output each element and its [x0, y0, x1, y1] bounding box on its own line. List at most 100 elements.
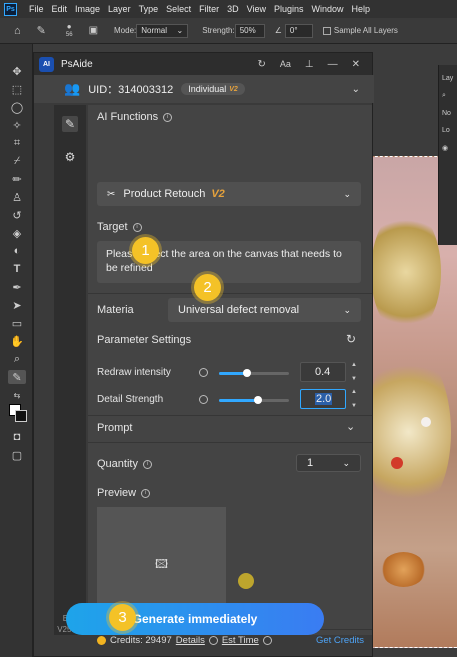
menu-file[interactable]: File — [29, 4, 44, 14]
chevron-down-icon: ⌄ — [176, 26, 184, 35]
gradient-tool-icon[interactable]: ◐ — [8, 244, 26, 258]
divider — [88, 293, 372, 294]
detail-strength-slider[interactable] — [219, 396, 289, 404]
panel-title: PsAide — [61, 58, 93, 70]
redraw-intensity-stepper[interactable]: ▲ ▼ — [348, 362, 360, 382]
move-tool-icon[interactable]: ✥ — [8, 64, 26, 78]
quantity-value: 1 — [307, 457, 314, 469]
layers-tab[interactable]: Lay — [439, 65, 457, 82]
zoom-tool-icon[interactable]: ⌕ — [8, 352, 26, 366]
marquee-tool-icon[interactable]: ⬚ — [8, 82, 26, 96]
menu-image[interactable]: Image — [75, 4, 100, 14]
get-credits-link[interactable]: Get Credits — [316, 635, 364, 646]
menu-select[interactable]: Select — [166, 4, 191, 14]
redraw-intensity-slider[interactable] — [219, 369, 289, 377]
brush-tool-icon[interactable]: ✏ — [8, 172, 26, 186]
ornament-shape — [391, 457, 403, 469]
users-icon: 👥 — [64, 81, 81, 96]
step-marker-1: 1 — [132, 237, 159, 264]
edit-icon[interactable]: ✎ — [62, 116, 78, 132]
menu-edit[interactable]: Edit — [52, 4, 68, 14]
details-link[interactable]: Details — [176, 635, 205, 646]
redraw-intensity-input[interactable]: 0.4 — [300, 362, 346, 382]
menu-layer[interactable]: Layer — [108, 4, 131, 14]
spot-heal-tool-icon[interactable]: ✎ — [37, 24, 46, 37]
preview-label: Preview i — [97, 487, 151, 499]
close-icon[interactable]: ✕ — [352, 59, 360, 70]
lasso-tool-icon[interactable]: ◯ — [8, 100, 26, 114]
reset-icon[interactable]: ↻ — [346, 332, 356, 346]
info-icon[interactable] — [199, 395, 208, 404]
chevron-up-icon[interactable]: ▲ — [351, 362, 357, 368]
path-select-tool-icon[interactable]: ➤ — [8, 298, 26, 312]
chevron-down-icon[interactable]: ▼ — [351, 376, 357, 382]
eyedropper-tool-icon[interactable]: ⌿ — [8, 154, 26, 168]
prompt-label[interactable]: Prompt — [97, 422, 132, 434]
photoshop-logo: Ps — [4, 2, 17, 16]
slider-knob[interactable] — [253, 396, 262, 404]
angle-input[interactable]: 0° — [284, 23, 313, 38]
strength-input[interactable]: 50% — [234, 23, 265, 38]
detail-strength-input[interactable]: 2.0 — [300, 389, 346, 409]
minimize-icon[interactable]: — — [328, 59, 338, 70]
refresh-icon[interactable]: ↻ — [257, 59, 265, 70]
plan-badge: Individual V2 — [181, 83, 245, 95]
info-icon[interactable] — [208, 636, 218, 645]
search-icon[interactable]: ⌕ — [439, 82, 457, 100]
angle-icon: ∠ — [274, 26, 282, 35]
rectangle-tool-icon[interactable]: ▭ — [8, 316, 26, 330]
font-size-icon[interactable]: Aa — [280, 59, 291, 70]
info-icon[interactable]: i — [141, 488, 151, 498]
pin-icon[interactable]: ⊥ — [305, 59, 314, 70]
menu-filter[interactable]: Filter — [199, 4, 219, 14]
material-select[interactable]: Universal defect removal ⌄ — [168, 298, 361, 322]
menu-help[interactable]: Help — [352, 4, 371, 14]
chevron-down-icon[interactable]: ▼ — [351, 403, 357, 409]
eye-icon[interactable]: ◉ — [439, 134, 457, 152]
type-tool-icon[interactable]: T — [8, 262, 26, 276]
detail-strength-stepper[interactable]: ▲ ▼ — [348, 389, 360, 409]
info-icon[interactable]: i — [142, 459, 152, 469]
menu-plugins[interactable]: Plugins — [274, 4, 304, 14]
quantity-select[interactable]: 1 ⌄ — [296, 454, 361, 472]
menu-3d[interactable]: 3D — [227, 4, 239, 14]
divider — [88, 415, 372, 416]
mode-select[interactable]: Normal ⌄ — [136, 23, 189, 38]
menu-type[interactable]: Type — [139, 4, 159, 14]
brush-preset-picker[interactable]: ● 56 — [66, 22, 73, 39]
info-icon[interactable]: i — [132, 222, 142, 232]
quick-mask-icon[interactable]: ◘ — [8, 430, 26, 444]
redraw-intensity-label: Redraw intensity — [97, 367, 171, 378]
generate-button[interactable]: Generate immediately — [66, 603, 324, 635]
clock-icon[interactable] — [262, 636, 272, 645]
swap-colors-icon[interactable]: ⇆ — [8, 388, 26, 402]
sample-all-layers-checkbox[interactable]: Sample All Layers — [322, 26, 398, 35]
history-brush-tool-icon[interactable]: ↺ — [8, 208, 26, 222]
ai-function-select[interactable]: ✂ Product Retouch V2 ⌄ — [97, 182, 361, 206]
slider-knob[interactable] — [243, 369, 251, 377]
blend-mode-label[interactable]: No — [439, 100, 457, 117]
eraser-tool-icon[interactable]: ◈ — [8, 226, 26, 240]
ornament-shape — [371, 207, 441, 337]
brush-settings-icon[interactable]: ▣ — [89, 25, 98, 36]
chevron-down-icon[interactable]: ⌄ — [352, 84, 360, 95]
background-color-swatch[interactable] — [15, 410, 27, 422]
spot-heal-tool-active-icon[interactable]: ✎ — [8, 370, 26, 384]
pen-tool-icon[interactable]: ✒ — [8, 280, 26, 294]
est-time-link[interactable]: Est Time — [222, 635, 259, 646]
quick-select-tool-icon[interactable]: ✧ — [8, 118, 26, 132]
chevron-down-icon[interactable]: ⌄ — [346, 420, 355, 433]
screen-mode-icon[interactable]: ▢ — [8, 448, 26, 462]
settings-gear-icon[interactable]: ⚙ — [62, 149, 78, 165]
menu-view[interactable]: View — [247, 4, 266, 14]
stamp-tool-icon[interactable]: ♙ — [8, 190, 26, 204]
info-icon[interactable]: i — [163, 112, 173, 122]
layers-panel: Lay ⌕ No Lo ◉ — [438, 65, 457, 245]
menu-window[interactable]: Window — [312, 4, 344, 14]
hand-tool-icon[interactable]: ✋ — [8, 334, 26, 348]
home-icon[interactable]: ⌂ — [14, 25, 21, 37]
info-icon[interactable] — [199, 368, 208, 377]
crop-tool-icon[interactable]: ⌗ — [8, 136, 26, 150]
psaide-logo-icon: AI — [39, 56, 54, 72]
chevron-up-icon[interactable]: ▲ — [351, 389, 357, 395]
